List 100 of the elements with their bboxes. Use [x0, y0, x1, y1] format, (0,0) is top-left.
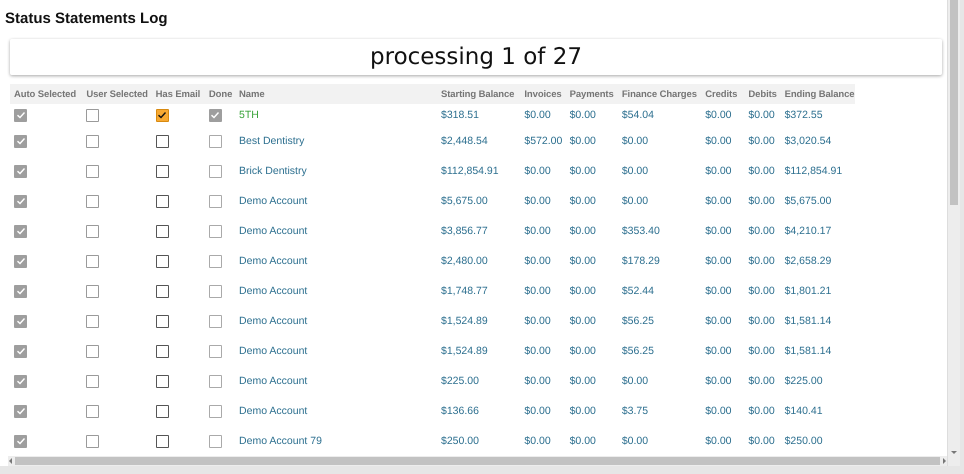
amount: $1,524.89 — [441, 315, 488, 327]
column-header[interactable]: Starting Balance — [437, 84, 520, 104]
amount: $225.00 — [784, 375, 823, 387]
checkbox[interactable] — [156, 344, 169, 358]
amount: $0.00 — [524, 225, 551, 237]
amount: $5,675.00 — [441, 195, 488, 207]
amount: $1,581.14 — [784, 345, 832, 357]
account-name: Best Dentistry — [239, 135, 304, 147]
amount: $0.00 — [748, 165, 775, 177]
amount: $0.00 — [748, 375, 775, 387]
checkbox[interactable] — [156, 254, 169, 268]
checkbox[interactable] — [86, 254, 100, 268]
column-header[interactable]: User Selected — [82, 84, 152, 104]
amount: $140.41 — [784, 405, 823, 417]
checkbox[interactable] — [86, 434, 100, 448]
account-name: Demo Account 79 — [239, 435, 322, 447]
checkbox[interactable] — [14, 134, 27, 148]
checkbox[interactable] — [156, 134, 169, 148]
amount: $112,854.91 — [784, 165, 842, 177]
checkbox[interactable] — [14, 164, 27, 178]
amount: $1,801.21 — [784, 285, 832, 297]
checkbox[interactable] — [156, 224, 169, 238]
checkbox[interactable] — [208, 284, 222, 298]
checkbox[interactable] — [208, 254, 222, 268]
checkbox[interactable] — [156, 434, 169, 448]
amount: $1,524.89 — [441, 345, 488, 357]
column-header[interactable]: Payments — [566, 84, 618, 104]
amount: $0.00 — [705, 345, 732, 357]
checkbox[interactable] — [156, 284, 169, 298]
column-header[interactable]: Debits — [744, 84, 781, 104]
checkbox[interactable] — [208, 134, 222, 148]
checkbox[interactable] — [156, 374, 169, 388]
column-header[interactable]: Name — [235, 84, 437, 104]
checkbox[interactable] — [14, 374, 27, 388]
checkbox[interactable] — [14, 224, 27, 238]
checkbox[interactable] — [86, 108, 100, 122]
checkbox[interactable] — [156, 314, 169, 328]
checkbox[interactable] — [208, 344, 222, 358]
amount: $54.04 — [622, 109, 654, 121]
column-header[interactable]: Auto Selected — [10, 84, 82, 104]
checkbox[interactable] — [208, 314, 222, 328]
amount: $0.00 — [748, 255, 775, 267]
checkbox[interactable] — [208, 224, 222, 238]
checkbox[interactable] — [86, 344, 100, 358]
checkbox[interactable] — [86, 134, 100, 148]
amount: $5,675.00 — [784, 195, 832, 207]
amount: $0.00 — [524, 315, 551, 327]
amount: $112,854.91 — [441, 165, 499, 177]
checkbox[interactable] — [14, 434, 27, 448]
amount: $0.00 — [705, 405, 732, 417]
amount: $1,748.77 — [441, 285, 488, 297]
checkbox[interactable] — [156, 194, 169, 208]
checkbox[interactable] — [208, 434, 222, 448]
amount: $0.00 — [570, 405, 596, 417]
amount: $0.00 — [748, 195, 775, 207]
checkbox[interactable] — [86, 224, 100, 238]
amount: $0.00 — [524, 345, 551, 357]
column-header[interactable]: Has Email — [152, 84, 205, 104]
column-header[interactable]: Invoices — [520, 84, 566, 104]
checkbox[interactable] — [86, 194, 100, 208]
account-name: Demo Account — [239, 195, 308, 207]
checkbox[interactable] — [14, 344, 27, 358]
checkbox[interactable] — [208, 164, 222, 178]
checkbox[interactable] — [156, 164, 169, 178]
checkbox[interactable] — [208, 374, 222, 388]
column-header[interactable]: Credits — [701, 84, 744, 104]
column-header[interactable]: Done — [204, 84, 236, 104]
checkbox[interactable] — [14, 108, 27, 122]
amount: $0.00 — [705, 135, 732, 147]
checkbox[interactable] — [14, 284, 27, 298]
account-name: Demo Account — [239, 405, 308, 417]
column-header[interactable]: Ending Balance — [780, 84, 855, 104]
account-name: Demo Account — [239, 225, 308, 237]
checkbox[interactable] — [14, 404, 27, 418]
amount: $0.00 — [524, 195, 551, 207]
account-name: Demo Account — [239, 345, 308, 357]
amount: $0.00 — [570, 165, 596, 177]
vertical-scrollbar[interactable] — [947, 0, 960, 466]
checkbox[interactable] — [208, 404, 222, 418]
checkbox[interactable] — [156, 108, 169, 122]
checkbox[interactable] — [156, 404, 169, 418]
checkbox[interactable] — [86, 374, 100, 388]
amount: $318.51 — [441, 109, 479, 121]
checkbox[interactable] — [208, 194, 222, 208]
amount: $0.00 — [570, 285, 596, 297]
checkbox[interactable] — [86, 284, 100, 298]
checkbox[interactable] — [86, 404, 100, 418]
amount: $2,480.00 — [441, 255, 488, 267]
amount: $0.00 — [570, 345, 596, 357]
checkbox[interactable] — [14, 254, 27, 268]
checkbox[interactable] — [86, 164, 100, 178]
amount: $0.00 — [570, 435, 596, 447]
amount: $0.00 — [570, 109, 596, 121]
account-name: Demo Account — [239, 375, 308, 387]
column-header[interactable]: Finance Charges — [618, 84, 702, 104]
checkbox[interactable] — [14, 314, 27, 328]
horizontal-scrollbar[interactable] — [8, 456, 947, 466]
checkbox[interactable] — [14, 194, 27, 208]
checkbox[interactable] — [208, 108, 222, 122]
checkbox[interactable] — [86, 314, 100, 328]
